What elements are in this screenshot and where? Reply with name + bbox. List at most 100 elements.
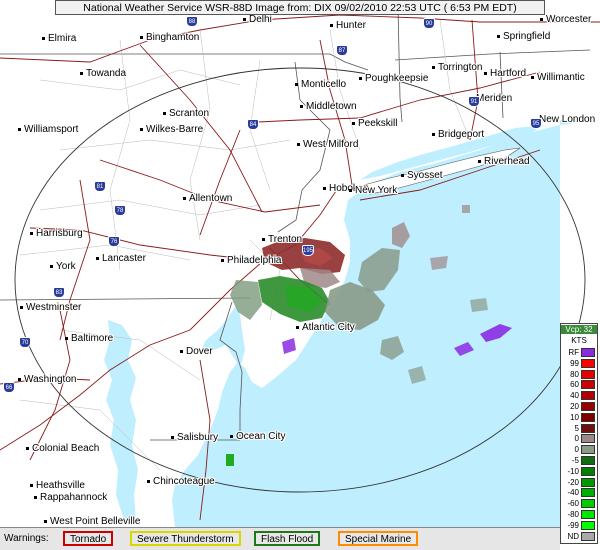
city-label-baltimore: Baltimore xyxy=(65,333,113,344)
legend-row: 5 xyxy=(562,423,596,434)
legend-value: 5 xyxy=(574,423,579,433)
city-label-lancaster: Lancaster xyxy=(96,253,146,264)
warnings-label: Warnings: xyxy=(4,533,49,544)
chesapeake-bay xyxy=(104,320,138,520)
legend-row: -40 xyxy=(562,488,596,498)
legend-row: -99 xyxy=(562,520,596,531)
legend-swatch xyxy=(581,412,595,422)
legend-swatch xyxy=(581,445,595,455)
legend-value: 10 xyxy=(570,412,579,422)
city-label-west-point-belleville: West Point Belleville xyxy=(44,516,140,527)
city-label-towanda: Towanda xyxy=(80,68,126,79)
city-label-ocean-city: Ocean City xyxy=(230,431,285,442)
legend-value: -99 xyxy=(567,520,579,530)
legend-value: 60 xyxy=(570,380,579,390)
special-marine-warning-box: Special Marine xyxy=(338,531,419,546)
legend-value: 20 xyxy=(570,402,579,411)
legend-row: RF xyxy=(562,348,596,358)
legend-row: 80 xyxy=(562,369,596,380)
legend-value: ND xyxy=(567,531,579,541)
interstate-195-shield-icon: 195 xyxy=(302,245,314,256)
legend-value: -5 xyxy=(571,456,579,465)
city-label-new-london: New London xyxy=(533,114,595,125)
legend-row: 0 xyxy=(562,445,596,455)
city-label-new-york: New York xyxy=(349,185,397,196)
legend-value: 80 xyxy=(570,369,579,379)
interstate-76-shield-icon: 76 xyxy=(108,236,120,247)
city-label-colonial-beach: Colonial Beach xyxy=(26,443,99,454)
city-label-monticello: Monticello xyxy=(295,79,346,90)
city-label-worcester: Worcester xyxy=(540,14,591,25)
legend-swatch xyxy=(581,488,595,498)
city-label-williamsport: Williamsport xyxy=(18,124,78,135)
city-label-poughkeepsie: Poughkeepsie xyxy=(359,73,428,84)
city-label-torrington: Torrington xyxy=(432,62,482,73)
city-label-springfield: Springfield xyxy=(497,31,550,42)
interstate-87-shield-icon: 87 xyxy=(336,45,348,56)
interstate-66-shield-icon: 66 xyxy=(3,382,15,393)
legend-value: 99 xyxy=(570,358,579,368)
legend-swatch xyxy=(581,402,595,411)
legend-swatch xyxy=(581,380,595,390)
legend-row: -10 xyxy=(562,466,596,477)
legend-row: 99 xyxy=(562,358,596,369)
interstate-83-shield-icon: 83 xyxy=(53,287,65,298)
interstate-88-shield-icon: 88 xyxy=(186,16,198,27)
tornado-warning-box: Tornado xyxy=(63,531,114,546)
legend-swatch xyxy=(581,531,595,541)
legend-value: -20 xyxy=(567,477,579,487)
city-label-westminster: Westminster xyxy=(20,302,81,313)
interstate-70-shield-icon: 70 xyxy=(19,337,31,348)
legend-row: 10 xyxy=(562,412,596,423)
city-label-chincoteague: Chincoteague xyxy=(147,476,215,487)
flash-flood-warning-box: Flash Flood xyxy=(254,531,321,546)
legend-value: RF xyxy=(568,348,579,357)
legend-swatch xyxy=(581,499,595,509)
image-title: National Weather Service WSR-88D Image f… xyxy=(55,0,545,15)
city-label-harrisburg: Harrisburg xyxy=(30,228,83,239)
city-label-rappahannock: Rappahannock xyxy=(34,492,107,503)
warnings-bar: Warnings: Tornado Severe Thunderstorm Fl… xyxy=(0,527,560,550)
legend-value: 0 xyxy=(574,434,579,444)
legend-swatch xyxy=(581,391,595,401)
city-label-dover: Dover xyxy=(180,346,213,357)
city-label-willimantic: Willimantic xyxy=(531,72,585,83)
city-label-peekskill: Peekskill xyxy=(352,118,397,129)
city-label-wilkes-barre: Wilkes-Barre xyxy=(140,124,203,135)
city-label-washington: Washington xyxy=(18,374,76,385)
city-label-syosset: Syosset xyxy=(401,170,443,181)
legend-swatch xyxy=(581,358,595,368)
legend-swatch xyxy=(581,348,595,357)
interstate-78-shield-icon: 78 xyxy=(114,205,126,216)
city-label-york: York xyxy=(50,261,76,272)
city-label-scranton: Scranton xyxy=(163,108,209,119)
city-label-west-milford: West Milford xyxy=(297,139,358,150)
legend-units: KTS xyxy=(571,336,587,345)
legend-row: ND xyxy=(562,531,596,542)
legend-row: 60 xyxy=(562,380,596,390)
city-label-bridgeport: Bridgeport xyxy=(432,129,484,140)
legend-swatch xyxy=(581,477,595,487)
legend-row: 0 xyxy=(562,434,596,444)
legend-swatch xyxy=(581,423,595,433)
legend-row: -20 xyxy=(562,477,596,488)
city-label-riverhead: Riverhead xyxy=(478,156,530,167)
legend-swatch xyxy=(581,520,595,530)
legend-product: Vcp: 32 xyxy=(561,325,597,334)
city-label-allentown: Allentown xyxy=(183,193,232,204)
legend-swatch xyxy=(581,466,595,476)
city-label-atlantic-city: Atlantic City xyxy=(296,322,355,333)
legend-swatch xyxy=(581,456,595,465)
legend-value: 40 xyxy=(570,391,579,401)
city-label-binghamton: Binghamton xyxy=(140,32,199,43)
interstate-84-shield-icon: 84 xyxy=(247,119,259,130)
legend-row: -60 xyxy=(562,499,596,509)
interstate-90-shield-icon: 90 xyxy=(423,18,435,29)
interstate-81-shield-icon: 81 xyxy=(94,181,106,192)
legend-swatch xyxy=(581,510,595,519)
city-label-trenton: Trenton xyxy=(262,234,302,245)
city-label-middletown: Middletown xyxy=(300,101,357,112)
legend-value: -40 xyxy=(567,488,579,498)
city-label-philadelphia: Philadelphia xyxy=(221,255,282,266)
legend-swatch xyxy=(581,369,595,379)
